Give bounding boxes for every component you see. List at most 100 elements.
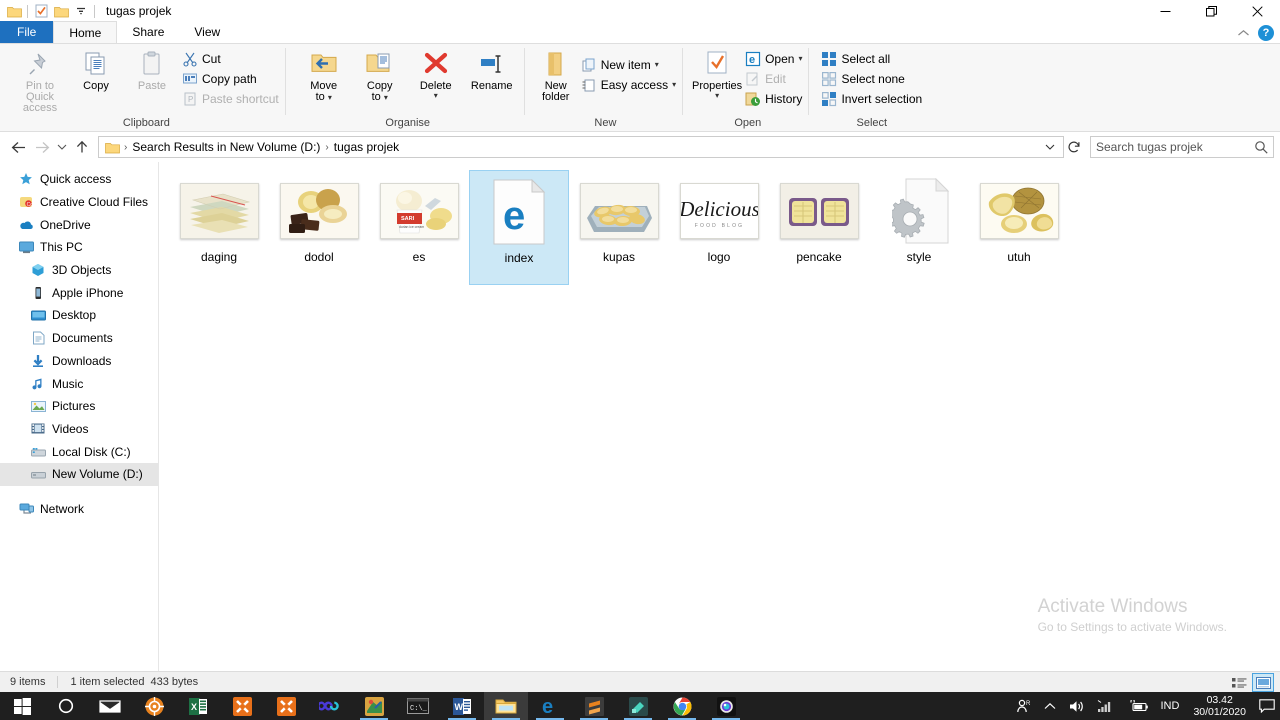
file-item-daging[interactable]: daging — [169, 170, 269, 285]
history-button[interactable]: History — [743, 89, 804, 109]
file-item-style[interactable]: style — [869, 170, 969, 285]
details-view-icon[interactable] — [1228, 673, 1250, 692]
folder-icon[interactable] — [4, 1, 24, 21]
recent-locations-icon[interactable] — [54, 135, 70, 159]
new-folder-button[interactable]: New folder — [533, 47, 579, 103]
volume-icon[interactable] — [1062, 692, 1091, 720]
tab-file[interactable]: File — [0, 21, 54, 43]
easy-access-caret[interactable]: ▾ — [672, 81, 676, 89]
excel-app[interactable]: X — [176, 692, 220, 720]
restore-icon[interactable] — [1188, 0, 1234, 22]
search-icon[interactable] — [1254, 140, 1268, 154]
wifi-icon[interactable] — [1091, 692, 1120, 720]
action-center-icon[interactable] — [1254, 692, 1280, 720]
large-icons-view-icon[interactable] — [1252, 673, 1274, 692]
copy-to-button[interactable]: Copy to ▾ — [352, 47, 408, 103]
copy-path-button[interactable]: Copy path — [180, 69, 281, 89]
file-explorer-app[interactable] — [484, 692, 528, 720]
orange-target-app[interactable] — [132, 692, 176, 720]
sidebar-item-videos[interactable]: Videos — [0, 418, 158, 441]
sidebar-item-desktop[interactable]: Desktop — [0, 304, 158, 327]
search-input[interactable] — [1096, 140, 1254, 154]
sidebar-item-documents[interactable]: Documents — [0, 327, 158, 350]
open-button[interactable]: e Open ▾ — [743, 49, 804, 69]
minimize-icon[interactable] — [1142, 0, 1188, 22]
refresh-icon[interactable] — [1064, 136, 1084, 158]
file-list-view[interactable]: daging dodol SARI durian ice cream es e … — [159, 162, 1280, 671]
teal-app[interactable] — [616, 692, 660, 720]
tab-view[interactable]: View — [179, 21, 235, 43]
properties-caret[interactable]: ▾ — [715, 92, 719, 100]
chrome-app[interactable] — [660, 692, 704, 720]
file-item-kupas[interactable]: kupas — [569, 170, 669, 285]
clock[interactable]: 03.42 30/01/2020 — [1185, 692, 1254, 720]
file-item-dodol[interactable]: dodol — [269, 170, 369, 285]
cortana-button[interactable] — [44, 692, 88, 720]
help-icon[interactable]: ? — [1258, 25, 1274, 41]
paint-app[interactable] — [352, 692, 396, 720]
file-item-utuh[interactable]: utuh — [969, 170, 1069, 285]
open-caret[interactable]: ▾ — [798, 55, 802, 63]
rename-button[interactable]: Rename — [464, 47, 520, 92]
collapse-ribbon-icon[interactable] — [1237, 29, 1250, 38]
cut-button[interactable]: Cut — [180, 49, 281, 69]
terminal-app[interactable]: C:\_ — [396, 692, 440, 720]
xampp-app-1[interactable] — [220, 692, 264, 720]
back-arrow-icon[interactable] — [6, 135, 30, 159]
sidebar-item-downloads[interactable]: Downloads — [0, 350, 158, 373]
sidebar-item-music[interactable]: Music — [0, 372, 158, 395]
breadcrumb-item-0[interactable]: Search Results in New Volume (D:) — [129, 140, 323, 154]
file-item-index[interactable]: e index — [469, 170, 569, 285]
paste-button[interactable]: Paste — [124, 47, 180, 92]
new-item-button[interactable]: New item ▾ — [579, 55, 678, 75]
sidebar-item-3d-objects[interactable]: 3D Objects — [0, 259, 158, 282]
sidebar-item-creative-cloud-files[interactable]: Cc Creative Cloud Files — [0, 191, 158, 214]
infinity-app[interactable] — [308, 692, 352, 720]
camera-app[interactable] — [704, 692, 748, 720]
sidebar-item-apple-iphone[interactable]: Apple iPhone — [0, 281, 158, 304]
properties-button[interactable]: Properties ▾ — [691, 47, 743, 100]
tab-share[interactable]: Share — [117, 21, 179, 43]
file-item-logo[interactable]: Delicious FOOD BLOG logo — [669, 170, 769, 285]
sidebar-item-new-volume-d[interactable]: New Volume (D:) — [0, 462, 158, 486]
file-item-pencake[interactable]: pencake — [769, 170, 869, 285]
customize-dropdown-icon[interactable] — [71, 1, 91, 21]
mail-app[interactable] — [88, 692, 132, 720]
search-box[interactable] — [1090, 136, 1274, 158]
address-dropdown-icon[interactable] — [1041, 143, 1059, 151]
sidebar-item-onedrive[interactable]: OneDrive — [0, 213, 158, 236]
delete-button[interactable]: Delete ▾ — [408, 47, 464, 100]
language-indicator[interactable]: IND — [1154, 692, 1185, 720]
tab-home[interactable]: Home — [53, 21, 118, 43]
copy-button[interactable]: Copy — [68, 47, 124, 92]
file-item-es[interactable]: SARI durian ice cream es — [369, 170, 469, 285]
start-button[interactable] — [0, 692, 44, 720]
show-hidden-icons-icon[interactable] — [1038, 692, 1062, 720]
new-item-caret[interactable]: ▾ — [655, 61, 659, 69]
easy-access-button[interactable]: Easy access ▾ — [579, 75, 678, 95]
move-to-button[interactable]: Move to ▾ — [296, 47, 352, 103]
battery-icon[interactable] — [1120, 692, 1154, 720]
paste-shortcut-button[interactable]: P Paste shortcut — [180, 89, 281, 109]
select-all-button[interactable]: Select all — [819, 49, 924, 69]
sidebar-item-this-pc[interactable]: This PC — [0, 236, 158, 259]
up-arrow-icon[interactable] — [70, 135, 94, 159]
properties-check-icon[interactable] — [31, 1, 51, 21]
breadcrumb[interactable]: › Search Results in New Volume (D:) › tu… — [98, 136, 1064, 158]
people-icon[interactable]: R — [1010, 692, 1038, 720]
sidebar-item-network[interactable]: Network — [0, 498, 158, 521]
edge-app[interactable]: e — [528, 692, 572, 720]
forward-arrow-icon[interactable] — [30, 135, 54, 159]
navigation-pane[interactable]: Quick access Cc Creative Cloud Files One… — [0, 162, 159, 671]
sidebar-item-quick-access[interactable]: Quick access — [0, 168, 158, 191]
sublime-app[interactable] — [572, 692, 616, 720]
edit-button[interactable]: Edit — [743, 69, 804, 89]
sidebar-item-pictures[interactable]: Pictures — [0, 395, 158, 418]
close-icon[interactable] — [1234, 0, 1280, 22]
breadcrumb-item-1[interactable]: tugas projek — [331, 140, 402, 154]
sidebar-item-local-disk-c[interactable]: Local Disk (C:) — [0, 440, 158, 463]
breadcrumb-sep-1[interactable]: › — [323, 142, 330, 153]
word-app[interactable]: W — [440, 692, 484, 720]
new-folder-icon[interactable] — [51, 1, 71, 21]
xampp-app-2[interactable] — [264, 692, 308, 720]
